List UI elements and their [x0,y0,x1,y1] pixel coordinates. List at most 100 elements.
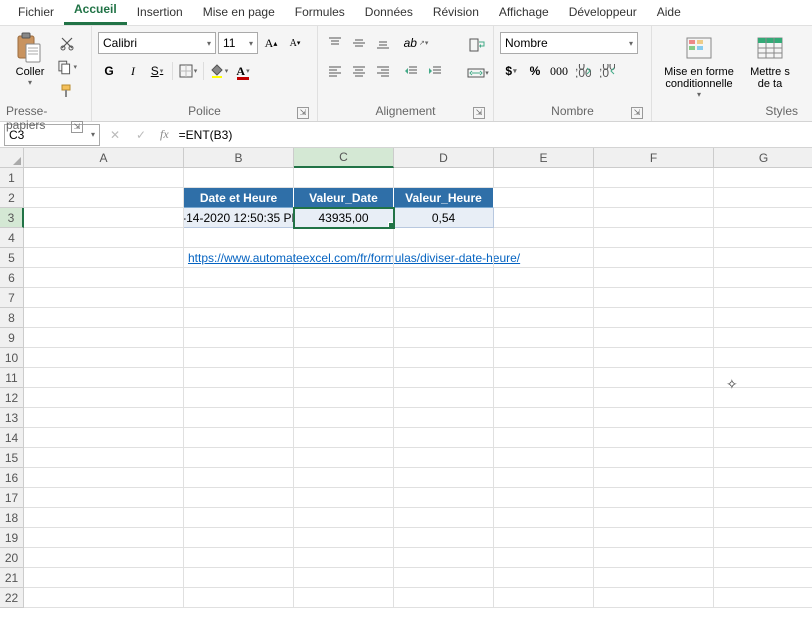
cell-e8[interactable] [494,308,594,328]
increase-font-button[interactable]: A▴ [260,32,282,54]
number-dialog-launcher[interactable]: ⇲ [631,107,643,119]
cell-a11[interactable] [24,368,184,388]
cell-d11[interactable] [394,368,494,388]
cell-d6[interactable] [394,268,494,288]
cell-b5[interactable]: https://www.automateexcel.com/fr/formula… [184,248,294,268]
cell-c18[interactable] [294,508,394,528]
tab-aide[interactable]: Aide [647,1,691,25]
cell-c4[interactable] [294,228,394,248]
cell-e18[interactable] [494,508,594,528]
cell-g13[interactable] [714,408,812,428]
cell-f22[interactable] [594,588,714,608]
cell-f2[interactable] [594,188,714,208]
cell-c15[interactable] [294,448,394,468]
row-header-8[interactable]: 8 [0,308,24,328]
cell-b13[interactable] [184,408,294,428]
row-header-2[interactable]: 2 [0,188,24,208]
cell-a20[interactable] [24,548,184,568]
bold-button[interactable]: G [98,60,120,82]
decrease-indent-button[interactable] [400,60,422,82]
format-as-table-button[interactable]: Mettre s de ta [742,30,798,102]
cell-a3[interactable] [24,208,184,228]
cell-b18[interactable] [184,508,294,528]
cell-g1[interactable] [714,168,812,188]
cell-c16[interactable] [294,468,394,488]
font-color-button[interactable]: A▾ [232,60,254,82]
cell-g4[interactable] [714,228,812,248]
cell-b2[interactable]: Date et Heure [184,188,294,208]
cell-d16[interactable] [394,468,494,488]
cell-e10[interactable] [494,348,594,368]
column-header-f[interactable]: F [594,148,714,168]
cell-g11[interactable] [714,368,812,388]
cell-d1[interactable] [394,168,494,188]
alignment-dialog-launcher[interactable]: ⇲ [473,107,485,119]
cell-f5[interactable] [594,248,714,268]
cell-a8[interactable] [24,308,184,328]
cell-f8[interactable] [594,308,714,328]
row-header-13[interactable]: 13 [0,408,24,428]
cell-d12[interactable] [394,388,494,408]
cell-d18[interactable] [394,508,494,528]
row-header-19[interactable]: 19 [0,528,24,548]
percent-format-button[interactable]: % [524,60,546,82]
cell-f1[interactable] [594,168,714,188]
cell-b17[interactable] [184,488,294,508]
column-header-c[interactable]: C [294,148,394,168]
cell-a22[interactable] [24,588,184,608]
tab-insertion[interactable]: Insertion [127,1,193,25]
column-header-g[interactable]: G [714,148,812,168]
row-header-7[interactable]: 7 [0,288,24,308]
cell-c17[interactable] [294,488,394,508]
cell-g21[interactable] [714,568,812,588]
cell-c19[interactable] [294,528,394,548]
cell-e13[interactable] [494,408,594,428]
font-size-combo[interactable]: 11▾ [218,32,258,54]
cell-c1[interactable] [294,168,394,188]
cell-c11[interactable] [294,368,394,388]
cell-g7[interactable] [714,288,812,308]
cell-a6[interactable] [24,268,184,288]
cell-e4[interactable] [494,228,594,248]
cell-a16[interactable] [24,468,184,488]
comma-format-button[interactable]: 000 [548,60,570,82]
cell-g12[interactable] [714,388,812,408]
row-header-17[interactable]: 17 [0,488,24,508]
cell-b1[interactable] [184,168,294,188]
font-dialog-launcher[interactable]: ⇲ [297,107,309,119]
tab-formules[interactable]: Formules [285,1,355,25]
cell-a1[interactable] [24,168,184,188]
cell-b16[interactable] [184,468,294,488]
orientation-button[interactable]: ab↗▾ [400,32,432,54]
cell-c5[interactable] [294,248,394,268]
row-header-14[interactable]: 14 [0,428,24,448]
cell-a10[interactable] [24,348,184,368]
cell-f7[interactable] [594,288,714,308]
cell-b3[interactable]: 4-14-2020 12:50:35 PM [184,208,294,228]
cell-d13[interactable] [394,408,494,428]
fx-icon[interactable]: fx [160,127,169,142]
row-header-1[interactable]: 1 [0,168,24,188]
cell-b19[interactable] [184,528,294,548]
cell-b21[interactable] [184,568,294,588]
cell-d19[interactable] [394,528,494,548]
cell-f20[interactable] [594,548,714,568]
cell-e5[interactable] [494,248,594,268]
merge-button[interactable]: ▾ [464,62,492,84]
cell-d9[interactable] [394,328,494,348]
italic-button[interactable]: I [122,60,144,82]
cell-g20[interactable] [714,548,812,568]
row-header-11[interactable]: 11 [0,368,24,388]
cell-c10[interactable] [294,348,394,368]
wrap-text-button[interactable] [464,34,492,56]
cell-a15[interactable] [24,448,184,468]
cell-b11[interactable] [184,368,294,388]
cell-e6[interactable] [494,268,594,288]
column-header-b[interactable]: B [184,148,294,168]
column-header-e[interactable]: E [494,148,594,168]
cell-a17[interactable] [24,488,184,508]
cell-c8[interactable] [294,308,394,328]
tab-fichier[interactable]: Fichier [8,1,64,25]
cell-b12[interactable] [184,388,294,408]
decrease-decimal-button[interactable]: ,00,0 [596,60,618,82]
